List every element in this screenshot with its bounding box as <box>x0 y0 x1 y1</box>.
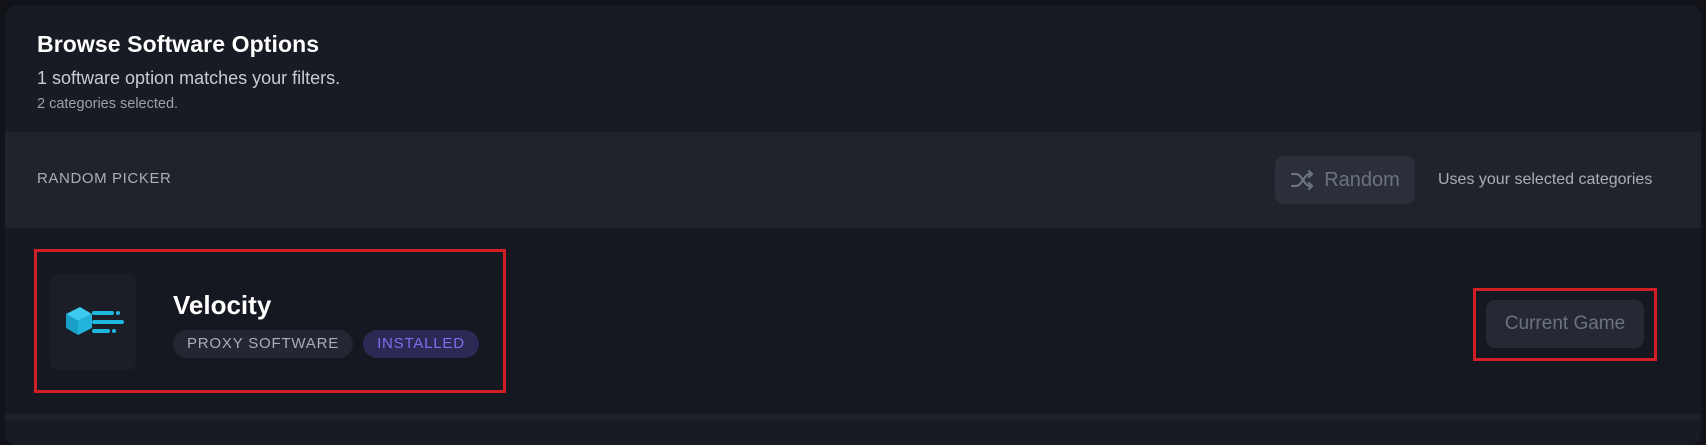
software-name: Velocity <box>173 290 272 320</box>
current-game-button[interactable]: Current Game <box>1486 300 1644 348</box>
random-button[interactable]: Random <box>1275 156 1415 204</box>
current-game-highlight: Current Game <box>1473 288 1657 361</box>
software-tags: PROXY SOFTWARE INSTALLED <box>173 330 479 358</box>
status-badge: INSTALLED <box>363 330 479 358</box>
software-card-velocity[interactable]: Velocity PROXY SOFTWARE INSTALLED <box>34 249 506 393</box>
match-count-text: 1 software option matches your filters. <box>37 68 341 88</box>
list-divider <box>5 414 1701 420</box>
categories-selected-text: 2 categories selected. <box>37 96 179 112</box>
shuffle-icon <box>1290 169 1314 191</box>
random-picker-note: Uses your selected categories <box>1438 171 1653 188</box>
software-browser-panel: Browse Software Options 1 software optio… <box>5 5 1701 445</box>
browse-header: Browse Software Options 1 software optio… <box>37 29 340 113</box>
category-badge: PROXY SOFTWARE <box>173 330 354 358</box>
software-list: Velocity PROXY SOFTWARE INSTALLED Curren… <box>5 228 1701 414</box>
random-picker-label: RANDOM PICKER <box>37 170 172 187</box>
velocity-logo-icon <box>50 274 136 370</box>
page-title: Browse Software Options <box>37 31 320 57</box>
random-picker-section: RANDOM PICKER Random Uses your selected … <box>5 132 1701 228</box>
random-button-label: Random <box>1324 168 1400 191</box>
